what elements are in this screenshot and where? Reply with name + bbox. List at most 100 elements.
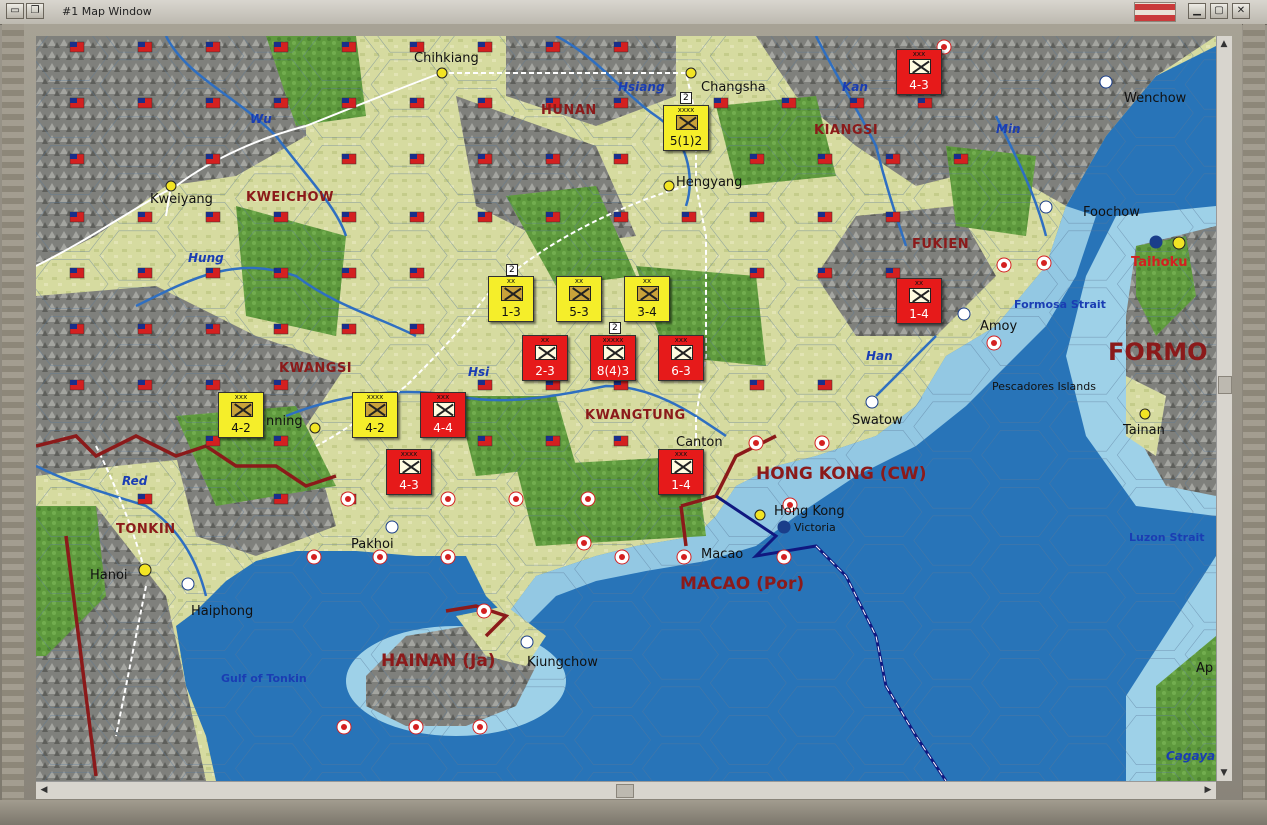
unit-strength: 3-4 <box>637 305 657 319</box>
river-label: Hsi <box>468 365 490 379</box>
infantry-icon <box>501 286 523 301</box>
river-label: Han <box>866 349 893 363</box>
nation-flag-icon <box>1134 2 1176 22</box>
city-label: Foochow <box>1083 205 1140 220</box>
sea-label: Gulf of Tonkin <box>221 672 307 685</box>
unit-size: xx <box>574 277 584 285</box>
region-label: FORMO <box>1108 338 1208 366</box>
unit-counter[interactable]: xx 5-3 <box>556 276 602 322</box>
unit-size: xxxx <box>366 393 384 401</box>
unit-strength: 8(4)3 <box>596 364 630 378</box>
window-title: #1 Map Window <box>62 5 152 18</box>
marine-icon <box>671 459 693 474</box>
left-frame-rail <box>2 24 24 804</box>
title-bar[interactable]: ▭ ❐ #1 Map Window ▁ ▢ ✕ <box>0 0 1267 25</box>
close-button[interactable]: ✕ <box>1232 3 1250 19</box>
system-menu-button[interactable]: ▭ <box>6 3 24 19</box>
vertical-scrollbar[interactable]: ▲ ▼ <box>1216 36 1232 781</box>
region-label: MACAO (Por) <box>680 574 805 594</box>
unit-strength: 1-4 <box>909 307 929 321</box>
unit-strength: 1-4 <box>671 478 691 492</box>
hex-map[interactable]: Chihkiang Changsha Wenchow Kweiyang Heng… <box>36 36 1216 781</box>
unit-counter[interactable]: xx 1-3 <box>488 276 534 322</box>
unit-counter[interactable]: xx 3-4 <box>624 276 670 322</box>
unit-counter[interactable]: xxx 4-3 <box>896 49 942 95</box>
unit-strength: 5(1)2 <box>669 134 703 148</box>
unit-counter[interactable]: xxx 1-4 <box>658 449 704 495</box>
city-label: Tainan <box>1123 423 1165 438</box>
unit-strength: 5-3 <box>569 305 589 319</box>
river-label: Hung <box>188 251 224 265</box>
unit-counter[interactable]: xxxxx 8(4)3 <box>590 335 636 381</box>
right-frame-rail <box>1243 24 1265 804</box>
horizontal-scrollbar[interactable]: ◀ ▶ <box>36 781 1216 799</box>
unit-counter[interactable]: xxx 4-2 <box>218 392 264 438</box>
infantry-icon <box>637 286 659 301</box>
stack-count-badge: 2 <box>680 92 692 104</box>
city-label: Chihkiang <box>414 51 479 66</box>
stack-count-badge: 2 <box>609 322 621 334</box>
city-label: Wenchow <box>1124 91 1187 106</box>
river-label: Hsiang <box>618 80 665 94</box>
region-label: HAINAN (Ja) <box>381 651 496 671</box>
unit-counter[interactable]: xx 1-4 <box>896 278 942 324</box>
sea-label: Formosa Strait <box>1014 298 1106 311</box>
minimize-button[interactable]: ▁ <box>1188 3 1206 19</box>
scroll-left-icon[interactable]: ◀ <box>38 784 50 796</box>
province-label: KWANGSI <box>279 361 353 376</box>
unit-size: xxxx <box>400 450 418 458</box>
marine-icon <box>433 402 455 417</box>
province-label: KWANGTUNG <box>585 408 686 423</box>
stack-count-badge: 2 <box>506 264 518 276</box>
bottom-frame <box>0 800 1267 825</box>
river-label: Kan <box>842 80 868 94</box>
unit-size: xx <box>642 277 652 285</box>
unit-counter[interactable]: xxx 4-4 <box>420 392 466 438</box>
province-label: TONKIN <box>116 522 176 537</box>
unit-size: xxx <box>234 393 248 401</box>
maximize-button[interactable]: ▢ <box>1210 3 1228 19</box>
city-label: Kweiyang <box>150 192 213 207</box>
city-label: Kiungchow <box>527 655 598 670</box>
city-label: Swatow <box>852 413 903 428</box>
province-label: KWEICHOW <box>246 190 334 205</box>
vertical-scroll-thumb[interactable] <box>1218 376 1232 394</box>
unit-counter[interactable]: xxxx 4-3 <box>386 449 432 495</box>
river-label: Wu <box>250 112 272 126</box>
map-window: ▭ ❐ #1 Map Window ▁ ▢ ✕ Chihkiang Changs… <box>0 0 1267 825</box>
city-label: Pescadores Islands <box>992 380 1096 393</box>
unit-strength: 1-3 <box>501 305 521 319</box>
restore-icon[interactable]: ❐ <box>26 3 44 19</box>
unit-size: xxxxx <box>602 336 624 344</box>
city-label: Victoria <box>794 521 836 534</box>
city-label: nning <box>266 414 303 429</box>
city-label: Cagaya <box>1166 749 1216 763</box>
province-label: FUKIEN <box>912 237 970 252</box>
city-label: Hong Kong <box>774 504 845 519</box>
unit-strength: 4-3 <box>399 478 419 492</box>
sea-label: Luzon Strait <box>1129 531 1205 544</box>
river-label: Red <box>122 474 148 488</box>
unit-strength: 4-3 <box>909 78 929 92</box>
city-label: Canton <box>676 435 723 450</box>
marine-icon <box>671 345 693 360</box>
city-label: Pakhoi <box>351 537 394 552</box>
scroll-down-icon[interactable]: ▼ <box>1218 767 1230 779</box>
unit-counter[interactable]: xxx 6-3 <box>658 335 704 381</box>
horizontal-scroll-thumb[interactable] <box>616 784 634 798</box>
militia-icon <box>365 402 387 417</box>
unit-size: xxxx <box>677 106 695 114</box>
infantry-icon <box>909 59 931 74</box>
unit-counter[interactable]: xxxx 4-2 <box>352 392 398 438</box>
unit-size: xxx <box>674 336 688 344</box>
scroll-up-icon[interactable]: ▲ <box>1218 38 1230 50</box>
scroll-right-icon[interactable]: ▶ <box>1202 784 1214 796</box>
window-icon: ▭ <box>10 5 20 16</box>
province-label: KIANGSI <box>814 123 879 138</box>
unit-size: xxx <box>674 450 688 458</box>
unit-counter[interactable]: xx 2-3 <box>522 335 568 381</box>
city-label: Taihoku <box>1131 255 1188 270</box>
unit-counter[interactable]: xxxx 5(1)2 <box>663 105 709 151</box>
unit-size: xx <box>914 279 924 287</box>
infantry-icon <box>603 345 625 360</box>
